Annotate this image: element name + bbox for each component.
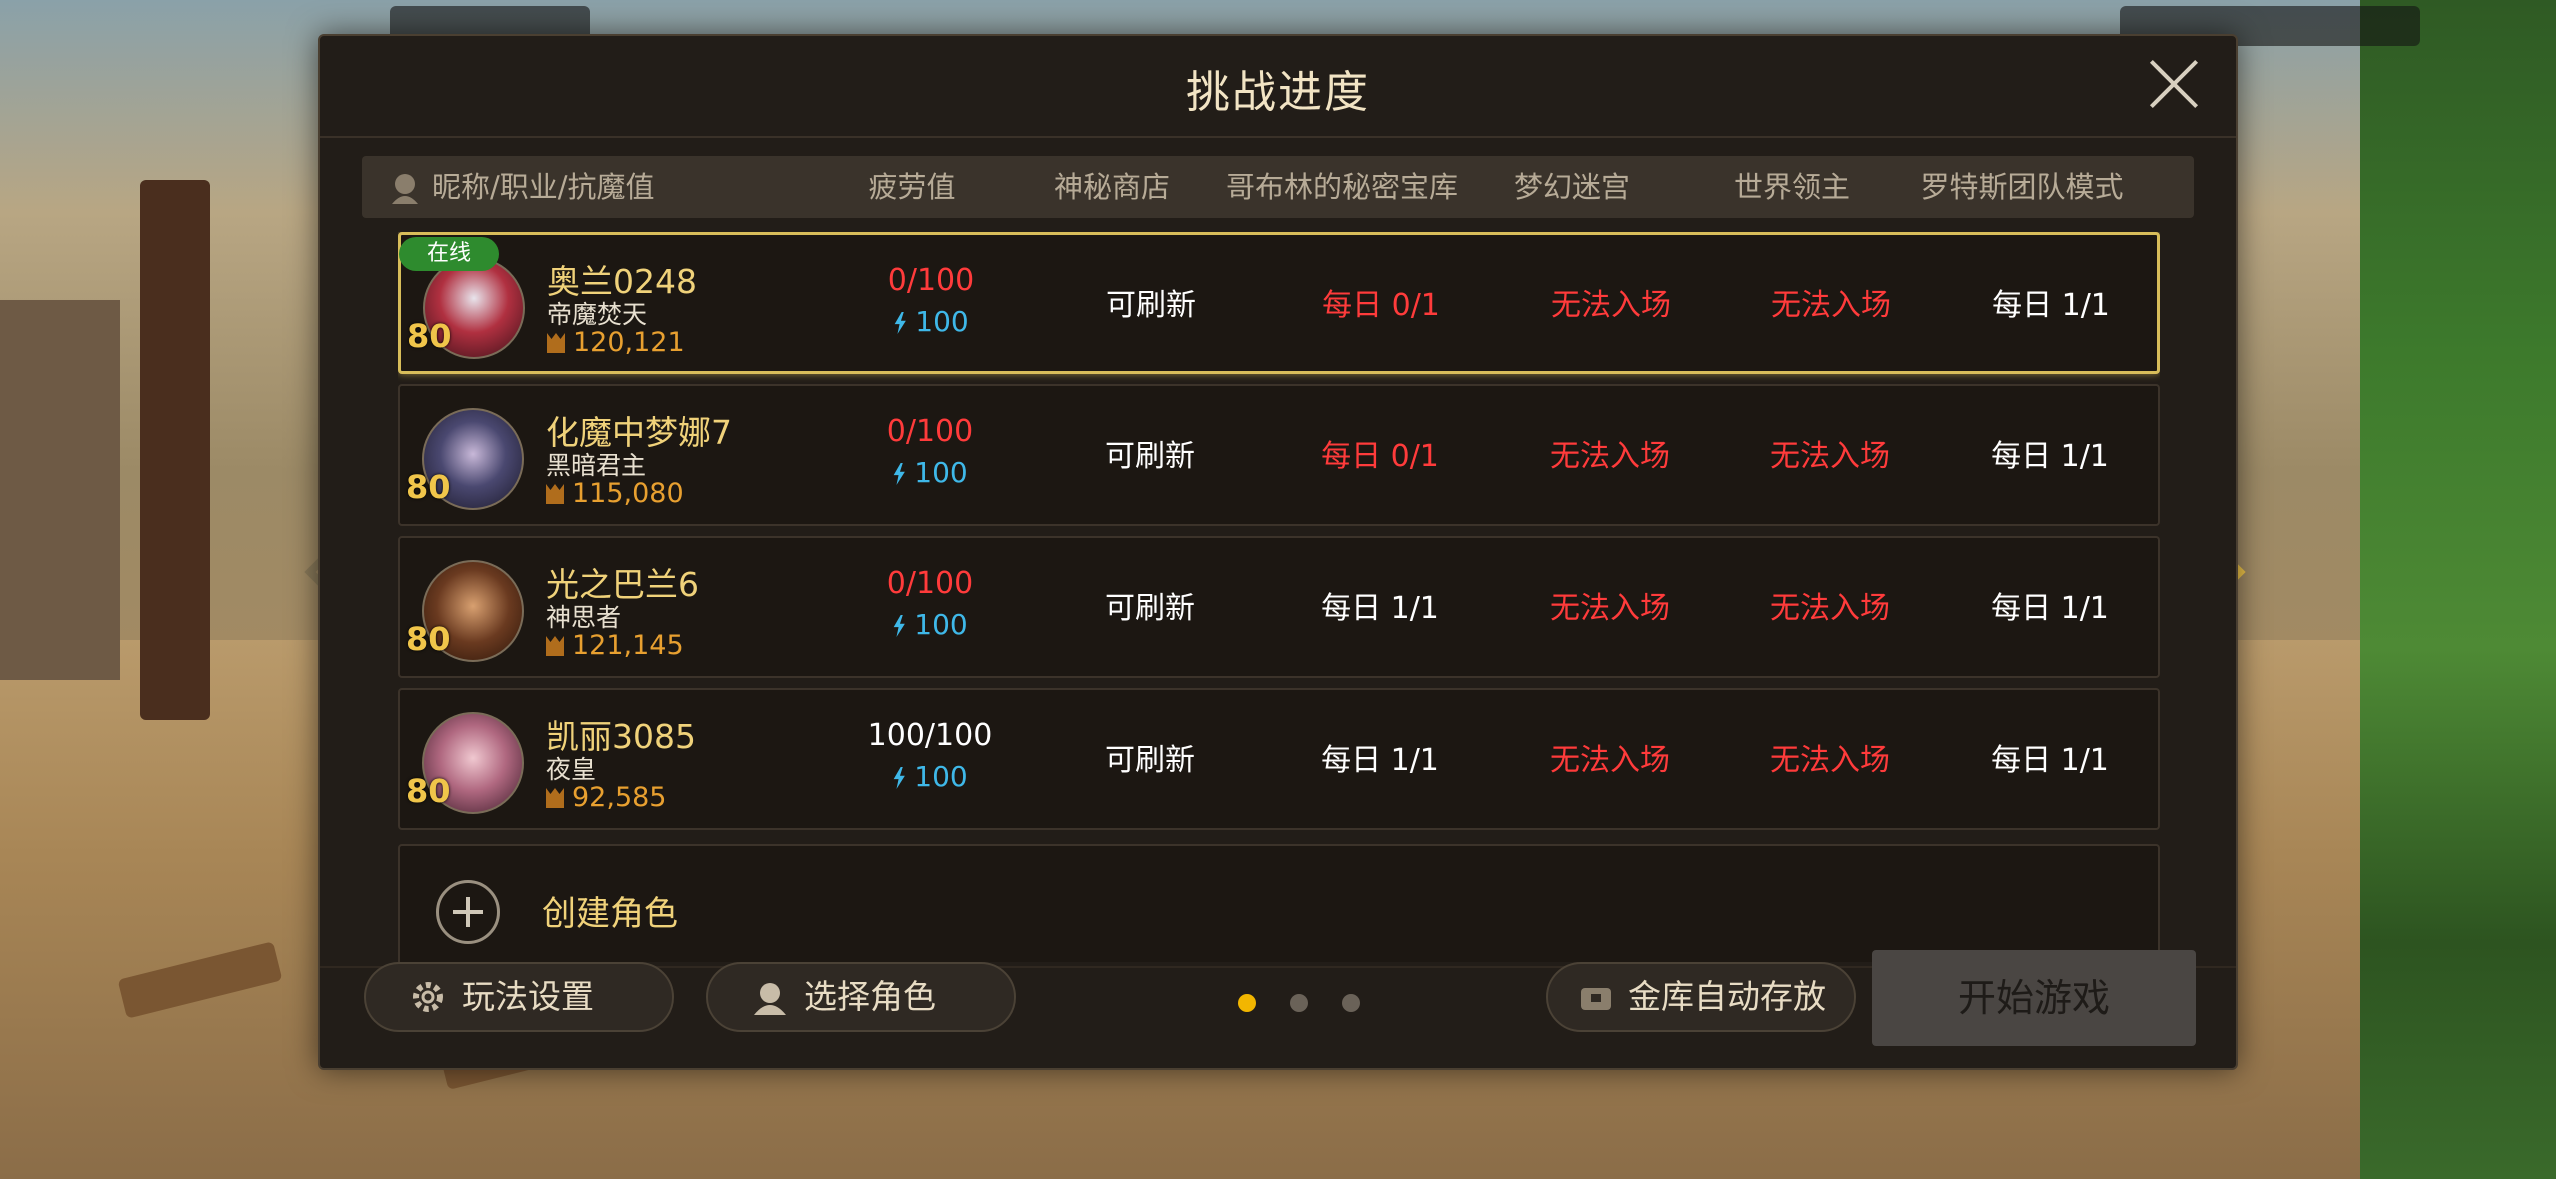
boss-status: 无法入场 bbox=[1770, 439, 1890, 474]
create-character-row[interactable]: 创建角色 bbox=[398, 844, 2160, 962]
create-character-label: 创建角色 bbox=[542, 894, 678, 934]
vault-icon bbox=[1581, 988, 1611, 1010]
boss-status: 无法入场 bbox=[1771, 288, 1891, 323]
dialog-title: 挑战进度 bbox=[1186, 67, 1370, 118]
gameplay-settings-button[interactable]: 玩法设置 bbox=[364, 962, 674, 1032]
energy-number: 100 bbox=[914, 608, 968, 641]
energy-number: 100 bbox=[914, 456, 968, 489]
vault-auto-store-button[interactable]: 金库自动存放 bbox=[1546, 962, 1856, 1032]
character-level: 80 bbox=[407, 317, 452, 355]
shop-status: 可刷新 bbox=[1105, 591, 1195, 626]
raid-status: 每日 1/1 bbox=[1991, 743, 2109, 778]
fatigue-value: 100/100 bbox=[867, 718, 993, 753]
energy-number: 100 bbox=[915, 305, 969, 338]
fatigue-value: 0/100 bbox=[886, 566, 974, 601]
character-head-icon bbox=[392, 174, 418, 204]
column-shop: 神秘商店 bbox=[1053, 170, 1170, 204]
energy-number: 100 bbox=[914, 760, 968, 793]
character-power: 120,121 bbox=[547, 327, 685, 358]
shop-status: 可刷新 bbox=[1105, 439, 1195, 474]
online-badge: 在线 bbox=[399, 237, 499, 271]
character-power: 115,080 bbox=[546, 478, 684, 509]
maze-status: 无法入场 bbox=[1550, 591, 1670, 626]
goblin-status: 每日 1/1 bbox=[1321, 743, 1439, 778]
page-dot[interactable] bbox=[1290, 994, 1308, 1012]
background-post bbox=[140, 180, 210, 720]
shop-status: 可刷新 bbox=[1106, 288, 1196, 323]
vault-auto-store-label: 金库自动存放 bbox=[1628, 977, 1826, 1016]
lightning-icon bbox=[893, 767, 905, 789]
fatigue-value: 0/100 bbox=[887, 263, 975, 298]
table-header: 昵称/职业/抗魔值 疲劳值 神秘商店 哥布林的秘密宝库 梦幻迷宫 世界领主 罗特… bbox=[362, 156, 2194, 218]
character-job: 神思者 bbox=[546, 603, 622, 632]
challenge-progress-dialog: 挑战进度 昵称/职业/抗魔值 疲劳值 神秘商店 哥布林的秘密宝库 梦幻迷宫 世界… bbox=[318, 34, 2238, 1070]
goblin-status: 每日 1/1 bbox=[1321, 591, 1439, 626]
character-job: 夜皇 bbox=[546, 755, 597, 784]
raid-status: 每日 1/1 bbox=[1991, 591, 2109, 626]
character-power: 121,145 bbox=[546, 630, 684, 661]
page-indicator bbox=[1220, 986, 1380, 1016]
character-level: 80 bbox=[406, 772, 451, 810]
column-maze: 梦幻迷宫 bbox=[1513, 170, 1630, 204]
character-level: 80 bbox=[406, 620, 451, 658]
power-value: 115,080 bbox=[572, 478, 684, 509]
power-value: 120,121 bbox=[573, 327, 685, 358]
page-dot-active[interactable] bbox=[1238, 994, 1256, 1012]
lightning-icon bbox=[893, 463, 905, 485]
character-power: 92,585 bbox=[546, 782, 666, 813]
character-level: 80 bbox=[406, 468, 451, 506]
raid-status: 每日 1/1 bbox=[1991, 439, 2109, 474]
energy-value: 100 bbox=[820, 456, 1040, 489]
energy-value: 100 bbox=[820, 608, 1040, 641]
start-game-button[interactable]: 开始游戏 bbox=[1872, 950, 2196, 1046]
column-goblin: 哥布林的秘密宝库 bbox=[1225, 170, 1458, 204]
boss-status: 无法入场 bbox=[1770, 743, 1890, 778]
lightning-icon bbox=[893, 615, 905, 637]
background-wall bbox=[0, 300, 120, 680]
character-row[interactable]: 80 光之巴兰6 神思者 121,145 0/100 100 可刷新 每日 1/… bbox=[398, 536, 2160, 678]
anti-magic-icon bbox=[546, 636, 564, 656]
lightning-icon bbox=[894, 312, 906, 334]
boss-status: 无法入场 bbox=[1770, 591, 1890, 626]
background-trees bbox=[2360, 0, 2556, 1179]
close-icon[interactable] bbox=[2145, 56, 2201, 112]
maze-status: 无法入场 bbox=[1550, 743, 1670, 778]
goblin-status: 每日 0/1 bbox=[1322, 288, 1440, 323]
gameplay-settings-label: 玩法设置 bbox=[462, 977, 594, 1016]
column-fatigue: 疲劳值 bbox=[868, 170, 956, 204]
title-divider bbox=[320, 136, 2236, 138]
character-job: 黑暗君主 bbox=[546, 451, 647, 480]
column-boss: 世界领主 bbox=[1733, 170, 1850, 204]
shop-status: 可刷新 bbox=[1105, 743, 1195, 778]
column-character: 昵称/职业/抗魔值 bbox=[432, 170, 655, 204]
gear-icon bbox=[413, 982, 443, 1012]
goblin-status: 每日 0/1 bbox=[1321, 439, 1439, 474]
power-value: 121,145 bbox=[572, 630, 684, 661]
select-character-label: 选择角色 bbox=[804, 977, 936, 1016]
anti-magic-icon bbox=[546, 484, 564, 504]
character-select-icon bbox=[754, 983, 786, 1015]
energy-value: 100 bbox=[820, 760, 1040, 793]
character-row[interactable]: 80 凯丽3085 夜皇 92,585 100/100 100 可刷新 每日 1… bbox=[398, 688, 2160, 830]
power-value: 92,585 bbox=[572, 782, 667, 813]
character-job: 帝魔焚天 bbox=[547, 300, 648, 329]
character-row[interactable]: 在线 80 奥兰0248 帝魔焚天 120,121 0/100 100 可刷新 … bbox=[398, 232, 2160, 374]
maze-status: 无法入场 bbox=[1551, 288, 1671, 323]
character-row[interactable]: 80 化魔中梦娜7 黑暗君主 115,080 0/100 100 可刷新 每日 … bbox=[398, 384, 2160, 526]
select-character-button[interactable]: 选择角色 bbox=[706, 962, 1016, 1032]
raid-status: 每日 1/1 bbox=[1992, 288, 2110, 323]
page-dot[interactable] bbox=[1342, 994, 1360, 1012]
column-raid: 罗特斯团队模式 bbox=[1920, 170, 2124, 204]
character-list: 在线 80 奥兰0248 帝魔焚天 120,121 0/100 100 可刷新 … bbox=[398, 232, 2160, 962]
plus-icon[interactable] bbox=[436, 880, 500, 944]
anti-magic-icon bbox=[546, 788, 564, 808]
maze-status: 无法入场 bbox=[1550, 439, 1670, 474]
energy-value: 100 bbox=[821, 305, 1041, 338]
fatigue-value: 0/100 bbox=[886, 414, 974, 449]
anti-magic-icon bbox=[547, 333, 565, 353]
